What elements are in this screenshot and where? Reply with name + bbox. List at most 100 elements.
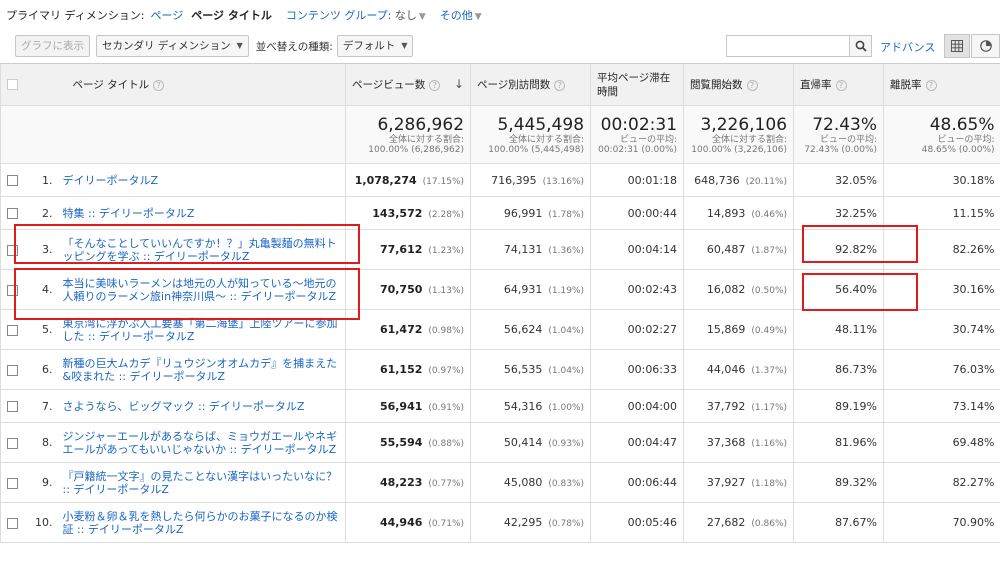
dimension-option-other[interactable]: その他 ▼: [440, 7, 482, 23]
row-pageviews: 56,941 (0.91%): [345, 389, 471, 423]
pie-chart-icon: [979, 40, 992, 52]
dimension-option-content-group[interactable]: コンテンツ グループ: なし ▼: [286, 7, 426, 23]
table-row: 7. さようなら、ビッグマック :: デイリーポータルZ 56,941 (0.91%)…: [0, 389, 1000, 423]
row-title-cell: 「そんなことしていいんですか！？」丸亀製麺の無料トッピングを学ぶ :: デイリー…: [60, 229, 346, 270]
totals-row: 6,286,962 全体に対する割合: 100.00% (6,286,962) 5,…: [0, 105, 1000, 164]
page-title-link[interactable]: 東京湾に浮かぶ人工要塞「第二海堡」上陸ツアーに参加した :: デイリーポータルZ: [63, 317, 340, 343]
col-header-exit[interactable]: 離脱率?: [883, 63, 1000, 106]
total-bounce: 72.43% ビューの平均: 72.43% (0.00%): [793, 105, 884, 164]
row-unique: 42,295 (0.78%): [470, 502, 591, 543]
help-icon[interactable]: ?: [925, 79, 937, 91]
table-view-button[interactable]: [944, 34, 970, 58]
unique-value: 64,931: [503, 283, 543, 296]
row-checkbox[interactable]: [7, 364, 19, 376]
total-bounce-value: 72.43%: [812, 114, 878, 135]
page-title-link[interactable]: 本当に美味いラーメンは地元の人が知っている〜地元の人頼りのラーメン旅in神奈川県…: [63, 277, 340, 303]
pageviews-percent: (0.88%): [428, 439, 465, 449]
page-title-link[interactable]: 特集 :: デイリーポータルZ: [63, 207, 340, 220]
pageviews-percent: (0.77%): [428, 479, 465, 489]
row-bounce: 87.67%: [793, 502, 884, 543]
row-entrances: 14,893 (0.46%): [683, 196, 794, 230]
col-header-bounce[interactable]: 直帰率?: [793, 63, 884, 106]
row-title-cell: ジンジャーエールがあるならば、ミョウガエールやネギエールがあってもいいじゃないか…: [60, 422, 346, 463]
search-input[interactable]: [727, 36, 849, 56]
page-title-link[interactable]: 『戸籍統一文字』の見たことない漢字はいったいなに？ :: デイリーポータルZ: [63, 470, 340, 496]
select-all-checkbox[interactable]: [7, 79, 19, 90]
row-avgtime: 00:04:47: [590, 422, 684, 463]
row-checkbox[interactable]: [7, 517, 19, 529]
total-sub-label: ビューの平均:: [819, 134, 878, 145]
entrances-value: 60,487: [706, 243, 746, 256]
search-button[interactable]: [849, 36, 871, 56]
col-exit-label: 離脱率: [890, 79, 922, 91]
row-avgtime: 00:00:44: [590, 196, 684, 230]
help-icon[interactable]: ?: [153, 79, 165, 91]
row-avgtime: 00:05:46: [590, 502, 684, 543]
entrances-percent: (1.17%): [751, 402, 788, 413]
pie-view-button[interactable]: [971, 34, 1000, 58]
table-row: 2. 特集 :: デイリーポータルZ 143,572 (2.28%) 96,991 (1.…: [0, 196, 1000, 230]
primary-dimension-label: プライマリ ディメンション:: [6, 9, 145, 22]
row-title-cell: 本当に美味いラーメンは地元の人が知っている〜地元の人頼りのラーメン旅in神奈川県…: [60, 269, 346, 310]
row-title-cell: デイリーポータルZ: [60, 163, 346, 197]
advanced-filter-link[interactable]: アドバンス: [880, 39, 935, 55]
row-index: 5.: [24, 309, 61, 350]
row-avgtime: 00:02:27: [590, 309, 684, 350]
entrances-value: 44,046: [706, 363, 746, 376]
sort-desc-arrow-icon: ↓: [453, 77, 465, 91]
row-checkbox-cell: [0, 462, 25, 503]
row-checkbox[interactable]: [7, 244, 19, 256]
row-checkbox[interactable]: [7, 477, 19, 489]
col-header-avgtime[interactable]: 平均ページ滞在時間: [590, 63, 684, 106]
row-checkbox[interactable]: [7, 401, 19, 412]
unique-percent: (1.04%): [548, 366, 585, 376]
help-icon[interactable]: ?: [746, 79, 758, 91]
page-title-link[interactable]: ジンジャーエールがあるならば、ミョウガエールやネギエールがあってもいいじゃないか…: [63, 430, 340, 456]
row-index: 8.: [24, 422, 61, 463]
page-title-link[interactable]: 「そんなことしていいんですか！？」丸亀製麺の無料トッピングを学ぶ :: デイリー…: [63, 237, 340, 263]
row-checkbox-cell: [0, 349, 25, 390]
row-checkbox[interactable]: [7, 284, 19, 296]
row-checkbox[interactable]: [7, 208, 19, 219]
help-icon[interactable]: ?: [554, 79, 566, 91]
total-sub-label: ビューの平均:: [619, 134, 678, 145]
total-avgtime-value: 00:02:31: [600, 114, 678, 135]
row-avgtime: 00:02:43: [590, 269, 684, 310]
page-title-link[interactable]: デイリーポータルZ: [63, 174, 340, 187]
row-unique: 54,316 (1.00%): [470, 389, 591, 423]
row-pageviews: 44,946 (0.71%): [345, 502, 471, 543]
row-checkbox[interactable]: [7, 437, 19, 449]
sort-type-dropdown[interactable]: デフォルト ▼: [336, 35, 414, 57]
grid-icon: [951, 40, 963, 52]
row-checkbox[interactable]: [7, 175, 19, 186]
unique-percent: (1.19%): [548, 286, 585, 296]
secondary-dimension-dropdown[interactable]: セカンダリ ディメンション ▼: [96, 35, 249, 57]
graph-button[interactable]: グラフに表示: [15, 35, 90, 57]
row-entrances: 37,792 (1.17%): [683, 389, 794, 423]
entrances-percent: (1.37%): [751, 366, 788, 376]
table-row: 10. 小麦粉＆卵＆乳を熱したら何らかのお菓子になるのか検証 :: デイリーポータ…: [0, 502, 1000, 543]
help-icon[interactable]: ?: [429, 79, 441, 91]
entrances-value: 14,893: [706, 206, 746, 220]
page-title-link[interactable]: 小麦粉＆卵＆乳を熱したら何らかのお菓子になるのか検証 :: デイリーポータルZ: [63, 510, 340, 536]
page-title-link[interactable]: さようなら、ビッグマック :: デイリーポータルZ: [63, 400, 340, 413]
row-exit: 30.18%: [883, 163, 1000, 197]
col-header-entrances[interactable]: 閲覧開始数?: [683, 63, 794, 106]
dimension-option-page-title[interactable]: ページ タイトル: [191, 7, 272, 23]
row-title-cell: 『戸籍統一文字』の見たことない漢字はいったいなに？ :: デイリーポータルZ: [60, 462, 346, 503]
page-title-link[interactable]: 新種の巨大ムカデ『リュウジンオオムカデ』を捕まえた&咬まれた :: デイリーポー…: [63, 357, 340, 383]
dimension-option-page[interactable]: ページ: [150, 7, 183, 23]
col-header-pageviews[interactable]: ページビュー数? ↓: [345, 63, 471, 106]
col-header-unique[interactable]: ページ別訪問数?: [470, 63, 591, 106]
row-avgtime: 00:06:44: [590, 462, 684, 503]
row-checkbox[interactable]: [7, 324, 19, 336]
help-icon[interactable]: ?: [835, 79, 847, 91]
row-entrances: 60,487 (1.87%): [683, 229, 794, 270]
col-header-title[interactable]: ページ タイトル?: [24, 63, 346, 106]
pageviews-percent: (1.23%): [428, 246, 465, 256]
total-pageviews-value: 6,286,962: [377, 114, 465, 135]
col-pageviews-label: ページビュー数: [352, 79, 426, 91]
row-bounce: 56.40%: [793, 269, 884, 310]
unique-value: 74,131: [503, 243, 543, 256]
entrances-percent: (0.50%): [751, 286, 788, 296]
